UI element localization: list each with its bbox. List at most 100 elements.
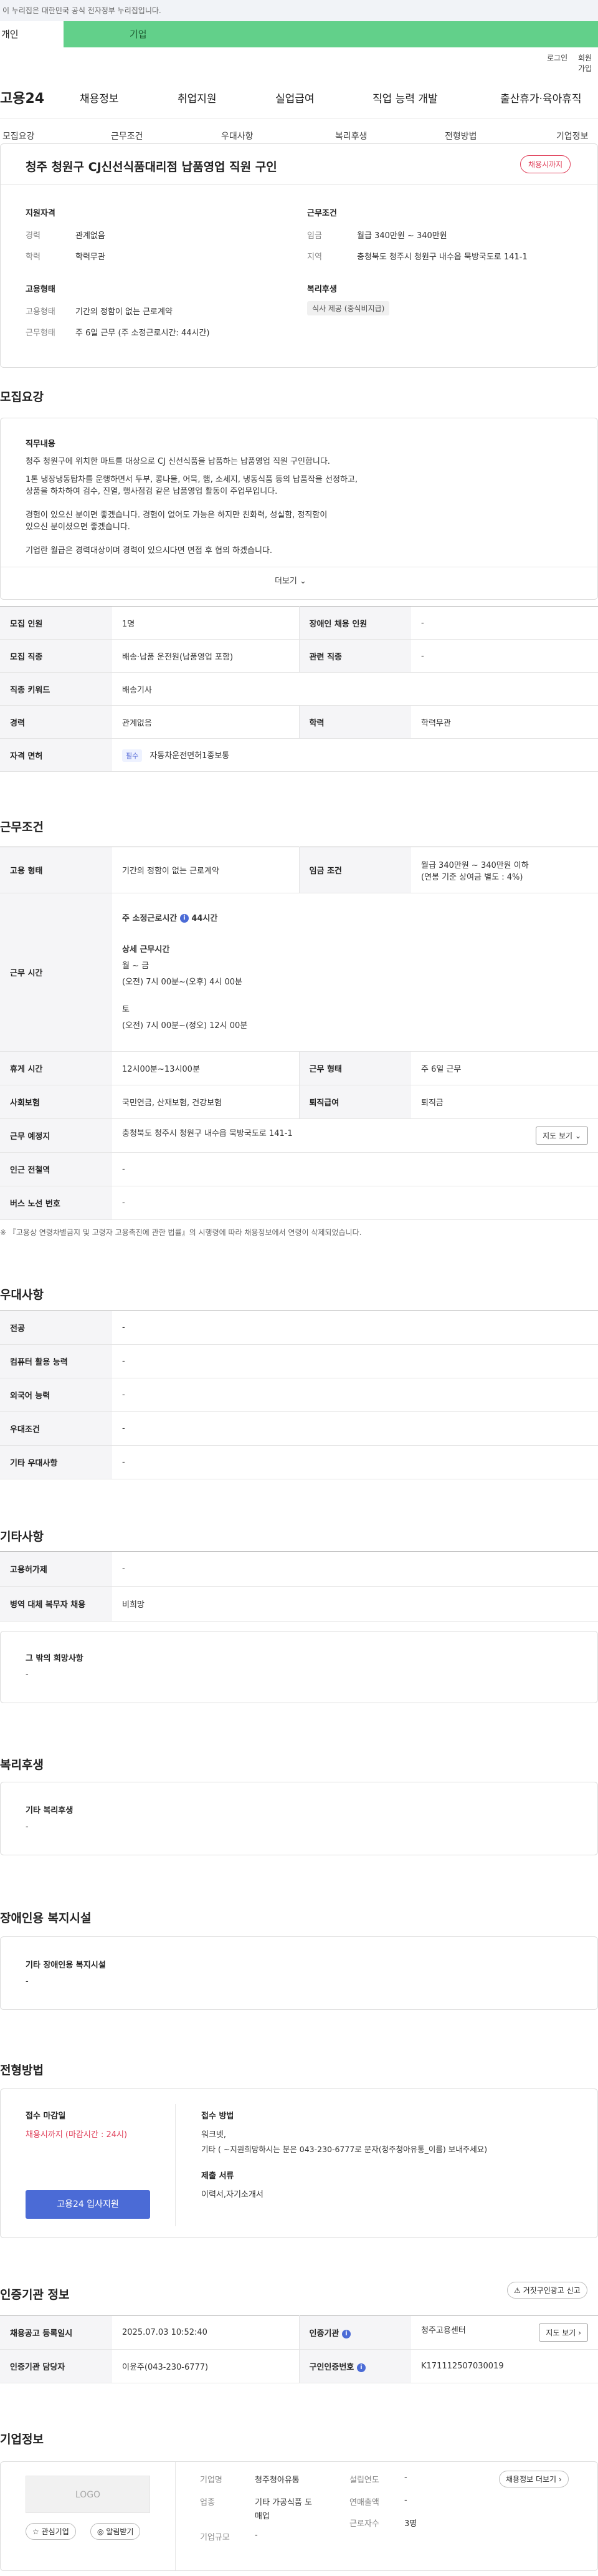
favorite-button[interactable]: ☆ 관심기업 bbox=[26, 2523, 76, 2540]
welfare-box-value: - bbox=[26, 1822, 29, 1832]
company-name-key: 기업명 bbox=[200, 2476, 222, 2485]
report-button[interactable]: ⚠ 거짓구인광고 신고 bbox=[507, 2282, 587, 2299]
snb-item-welfare[interactable]: 복리후생 bbox=[335, 130, 368, 142]
hours-line: (오전) 7시 00분~(오후) 4시 00분 bbox=[122, 977, 243, 987]
table-cell: 충청북도 청주시 청원구 내수읍 묵방국도로 141-1 지도 보기 ⌄ bbox=[112, 1118, 598, 1153]
info-icon[interactable]: i bbox=[356, 2363, 366, 2372]
alarm-button-body: ◎ 알림받기 bbox=[90, 2523, 141, 2540]
login-link[interactable]: 로그인 bbox=[547, 52, 567, 63]
gnb-item-parental-leave[interactable]: 출산휴가·육아휴직 bbox=[500, 90, 582, 105]
duty-line: 청주 청원구에 위치한 마트를 대상으로 CJ 신선식품을 납품하는 납품영업 … bbox=[26, 457, 330, 466]
table-row: 경력 관계없음 학력 학력무관 bbox=[0, 705, 598, 739]
emp-type-key: 고용형태 bbox=[26, 307, 55, 317]
age-note: ※ 『고용상 연령차별금지 및 고령자 고용촉진에 관한 법률』의 시행령에 따… bbox=[0, 1228, 362, 1237]
disabled-box: 기타 장애인용 복지시설 - bbox=[0, 1936, 598, 2010]
table-header-cell: 인근 전철역 bbox=[0, 1152, 112, 1186]
license-value: 자동차운전면허1종보통 bbox=[150, 751, 230, 761]
status-badge-text: 채용시까지 bbox=[520, 155, 571, 173]
hours-detail-title: 상세 근무시간 bbox=[122, 944, 170, 954]
table-cell: 기간의 정함이 없는 근로계약 bbox=[112, 847, 299, 893]
star-icon: ☆ bbox=[32, 2527, 39, 2536]
more-button[interactable]: 더보기 ⌄ bbox=[275, 574, 306, 586]
status-badge: 채용시까지 bbox=[520, 155, 571, 173]
table-row: 모집 인원 1명 장애인 채용 인원 - bbox=[0, 606, 598, 640]
table-cell: 배송·납품 운전원(납품영업 포함) bbox=[112, 639, 299, 673]
agency-th-label: 인증기관 bbox=[309, 2329, 339, 2338]
company-logo: LOGO bbox=[26, 2476, 150, 2513]
table-cell: 관계없음 bbox=[112, 705, 299, 739]
company-emp-value: 3명 bbox=[404, 2519, 417, 2529]
table-cell: - bbox=[112, 1152, 598, 1186]
agency-map-button[interactable]: 지도 보기 › bbox=[539, 2324, 588, 2342]
table-row: 고용 형태 기간의 정함이 없는 근로계약 임금 조건 월급 340만원 ~ 3… bbox=[0, 847, 598, 893]
info-icon[interactable]: i bbox=[179, 914, 189, 923]
table-row: 모집 직종 배송·납품 운전원(납품영업 포함) 관련 직종 - bbox=[0, 639, 598, 673]
company-found-key: 설립연도 bbox=[349, 2476, 379, 2485]
table-cell: 배송기사 bbox=[112, 672, 598, 706]
required-chip: 필수 bbox=[122, 749, 143, 762]
alarm-button-label: 알림받기 bbox=[106, 2527, 134, 2536]
map-button[interactable]: 지도 보기 ⌄ bbox=[536, 1127, 588, 1145]
divider bbox=[1, 184, 597, 185]
site-logo[interactable]: 고용24 bbox=[0, 87, 44, 107]
more-jobs-button[interactable]: 채용정보 더보기 › bbox=[499, 2471, 569, 2487]
alarm-button[interactable]: ◎ 알림받기 bbox=[90, 2523, 141, 2540]
process-box: 접수 마감일 채용시까지 (마감시간 : 24시) 고용24 입사지원 접수 방… bbox=[0, 2088, 598, 2238]
gnb-item-jobs[interactable]: 채용정보 bbox=[80, 90, 119, 105]
company-box: LOGO ☆ 관심기업 ◎ 알림받기 기업명 청주청아유통 업종 기타 가공식품… bbox=[0, 2461, 598, 2571]
disabled-box-title: 기타 장애인용 복지시설 bbox=[26, 1961, 106, 1970]
user-type-tabs: 개인 기업 bbox=[0, 21, 598, 47]
table-cell: - bbox=[411, 639, 598, 673]
docs-label: 제출 서류 bbox=[201, 2171, 234, 2181]
table-header-cell: 인증기관 담당자 bbox=[0, 2349, 112, 2383]
company-name-value: 청주청아유통 bbox=[255, 2476, 300, 2485]
table-cell: 1명 bbox=[112, 606, 299, 640]
cond-region-key: 지역 bbox=[307, 252, 322, 262]
work-table: 고용 형태 기간의 정함이 없는 근로계약 임금 조건 월급 340만원 ~ 3… bbox=[0, 847, 598, 1220]
snb-item-pref[interactable]: 우대사항 bbox=[221, 130, 254, 142]
warning-icon: ⚠ bbox=[514, 2286, 521, 2295]
gov-banner: 이 누리집은 대한민국 공식 전자정부 누리집입니다. bbox=[0, 0, 598, 21]
table-cell: 2025.07.03 10:52:40 bbox=[112, 2315, 299, 2350]
welfare-chip-text: 식사 제공 (중식비지급) bbox=[307, 301, 390, 315]
bell-icon: ◎ bbox=[97, 2527, 104, 2536]
snb-item-process[interactable]: 전형방법 bbox=[445, 130, 477, 142]
table-header-cell: 고용 형태 bbox=[0, 847, 112, 893]
welfare-title: 복리후생 bbox=[307, 285, 337, 294]
table-cell: - bbox=[112, 1445, 598, 1479]
welfare-box: 기타 복리후생 - bbox=[0, 1782, 598, 1855]
more-jobs-button-label: 채용정보 더보기 bbox=[506, 2475, 557, 2484]
table-header-cell: 사회보험 bbox=[0, 1085, 112, 1119]
welfare-section-title: 복리후생 bbox=[0, 1758, 44, 1772]
gnb-item-employment-support[interactable]: 취업지원 bbox=[178, 90, 217, 105]
gnb-item-unemployment-benefit[interactable]: 실업급여 bbox=[275, 90, 315, 105]
gnb-item-training[interactable]: 직업 능력 개발 bbox=[373, 90, 438, 105]
table-row: 전공 - bbox=[0, 1310, 598, 1345]
snb-item-company[interactable]: 기업정보 bbox=[556, 130, 589, 142]
info-icon[interactable]: i bbox=[341, 2329, 351, 2338]
table-header-cell: 채용공고 등록일시 bbox=[0, 2315, 112, 2350]
table-row: 우대조건 - bbox=[0, 1411, 598, 1446]
tab-corporate[interactable]: 기업 bbox=[64, 21, 598, 47]
table-row: 근무 예정지 충청북도 청주시 청원구 내수읍 묵방국도로 141-1 지도 보… bbox=[0, 1118, 598, 1153]
duty-line: 있으신 분이셨으면 좋겠습니다. bbox=[26, 522, 130, 532]
table-header-cell: 컴퓨터 활용 능력 bbox=[0, 1344, 112, 1378]
tab-corporate-label: 기업 bbox=[130, 29, 147, 40]
table-header-cell: 관련 직종 bbox=[298, 639, 411, 673]
divider bbox=[175, 2462, 176, 2570]
company-size-value: - bbox=[255, 2530, 258, 2540]
chevron-right-icon: › bbox=[578, 2328, 581, 2337]
snb-item-work[interactable]: 근무조건 bbox=[111, 130, 143, 142]
gov-banner-text: 이 누리집은 대한민국 공식 전자정부 누리집입니다. bbox=[2, 6, 161, 15]
qual-edu-key: 학력 bbox=[26, 252, 40, 262]
snb-item-recruit[interactable]: 모집요강 bbox=[2, 130, 35, 142]
table-row: 근무 시간 주 소정근로시간 i 44시간 상세 근무시간 월 ~ 금 (오전)… bbox=[0, 893, 598, 1052]
hours-line: (오전) 7시 00분~(정오) 12시 00분 bbox=[122, 1021, 248, 1031]
tab-individual[interactable]: 개인 bbox=[0, 21, 64, 47]
apply-button[interactable]: 고용24 입사지원 bbox=[26, 2190, 150, 2219]
table-cell: 청주고용센터 지도 보기 › bbox=[411, 2315, 598, 2350]
duty-title: 직무내용 bbox=[26, 440, 55, 449]
pref-section-title: 우대사항 bbox=[0, 1288, 44, 1302]
table-row: 기타 우대사항 - bbox=[0, 1445, 598, 1479]
cert-no-label: 구인인증번호 bbox=[309, 2363, 354, 2372]
